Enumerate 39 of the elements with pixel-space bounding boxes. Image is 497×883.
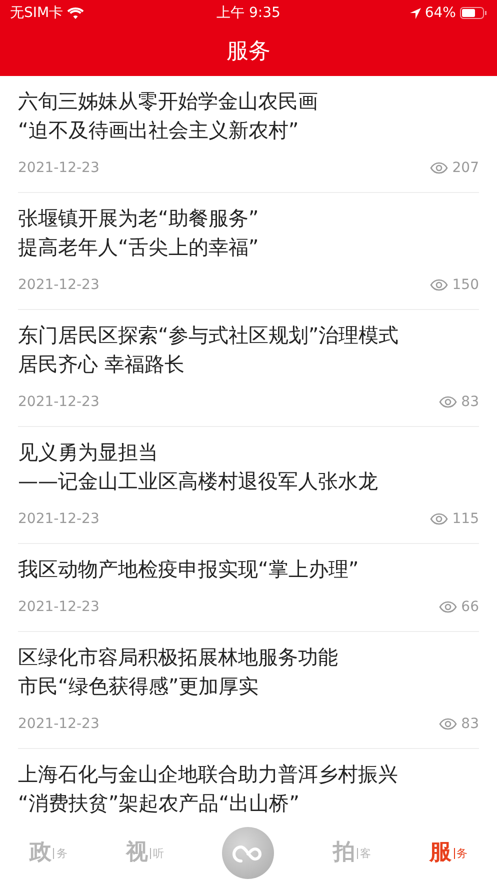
wifi-icon (67, 7, 84, 19)
article-title[interactable]: 张堰镇开展为老“助餐服务” (18, 204, 479, 233)
article-title[interactable]: ——记金山工业区高楼村退役军人张水龙 (18, 467, 479, 496)
eye-icon (430, 279, 448, 291)
article-title[interactable]: 我区动物产地检疫申报实现“掌上办理” (18, 555, 479, 584)
article-date: 2021-12-23 (18, 159, 100, 178)
article-title[interactable]: 区绿化市容局积极拓展林地服务功能 (18, 643, 479, 672)
article-date: 2021-12-23 (18, 598, 100, 617)
article-title[interactable]: “迫不及待画出社会主义新农村” (18, 116, 479, 145)
article-date: 2021-12-23 (18, 510, 100, 529)
view-count: 83 (461, 715, 479, 734)
eye-icon (430, 513, 448, 525)
article-title[interactable]: 见义勇为显担当 (18, 438, 479, 467)
eye-icon (439, 396, 458, 408)
eye-icon (439, 601, 458, 613)
location-arrow-icon (410, 8, 421, 18)
article-title[interactable]: 市民“绿色获得感”更加厚实 (18, 672, 479, 701)
article-title[interactable]: 上海石化与金山企地联合助力普洱乡村振兴 (18, 760, 479, 789)
article-date: 2021-12-23 (18, 393, 100, 412)
view-count: 66 (461, 598, 479, 617)
article-title[interactable]: 居民齐心 幸福路长 (18, 350, 479, 379)
view-count: 207 (452, 159, 479, 178)
view-count: 115 (452, 510, 479, 529)
article-title[interactable]: 六旬三姊妹从零开始学金山农民画 (18, 87, 479, 116)
view-count: 150 (452, 276, 479, 295)
article-date: 2021-12-23 (18, 715, 100, 734)
eye-icon (430, 162, 448, 174)
tab-button[interactable]: 服 务 (430, 842, 468, 864)
battery-percent: 64% (424, 4, 456, 22)
view-count: 83 (461, 393, 479, 412)
page-title: 服务 (226, 38, 270, 66)
carrier-text: 无SIM卡 (10, 4, 64, 22)
article-date: 2021-12-23 (18, 276, 100, 295)
article-title[interactable]: “消费扶贫”架起农产品“出山桥” (18, 789, 479, 818)
battery-icon (460, 7, 487, 19)
eye-icon (439, 718, 458, 730)
article-title[interactable]: 东门居民区探索“参与式社区规划”治理模式 (18, 321, 479, 350)
clock-text: 上午 9:35 (216, 4, 280, 22)
article-title[interactable]: 提高老年人“舌尖上的幸福” (18, 233, 479, 262)
